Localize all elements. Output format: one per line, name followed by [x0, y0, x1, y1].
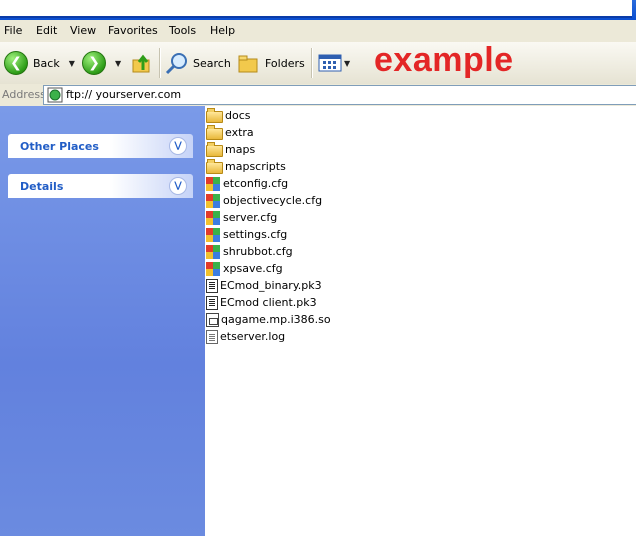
- search-button[interactable]: Search: [165, 50, 231, 76]
- file-item[interactable]: xpsave.cfg: [205, 260, 283, 277]
- menu-tools[interactable]: Tools: [169, 24, 196, 37]
- file-name: ECmod_binary.pk3: [220, 279, 322, 292]
- cfg-file-icon: [206, 244, 221, 259]
- file-item[interactable]: objectivecycle.cfg: [205, 192, 322, 209]
- file-item[interactable]: etserver.log: [205, 328, 285, 345]
- search-label: Search: [193, 56, 231, 70]
- forward-dropdown-icon[interactable]: ▼: [115, 59, 121, 68]
- cfg-file-icon: [206, 261, 221, 276]
- chevron-down-icon[interactable]: ⋁: [169, 177, 187, 195]
- other-places-panel[interactable]: Other Places ⋁: [8, 134, 193, 158]
- window-title-bar: [0, 0, 636, 20]
- chevron-down-icon[interactable]: ⋁: [169, 137, 187, 155]
- menu-file[interactable]: File: [4, 24, 22, 37]
- menu-favorites[interactable]: Favorites: [108, 24, 158, 37]
- folders-icon: [238, 55, 258, 73]
- back-label: Back: [33, 56, 60, 70]
- file-name: mapscripts: [225, 160, 286, 173]
- file-name: extra: [225, 126, 254, 139]
- pk3-file-icon: [206, 278, 218, 293]
- up-folder-button[interactable]: [131, 50, 153, 76]
- file-item[interactable]: settings.cfg: [205, 226, 287, 243]
- views-dropdown-icon[interactable]: ▼: [344, 59, 350, 68]
- cfg-file-icon: [206, 210, 221, 225]
- file-name: shrubbot.cfg: [223, 245, 293, 258]
- address-label: Address: [2, 88, 46, 101]
- standard-toolbar: ❮ Back ▼ ❯ ▼ Search Folders ▼: [0, 42, 636, 85]
- search-icon: [165, 53, 187, 75]
- file-name: maps: [225, 143, 256, 156]
- forward-button[interactable]: ❯ ▼: [82, 50, 121, 76]
- menu-help[interactable]: Help: [210, 24, 235, 37]
- up-folder-icon: [132, 54, 150, 73]
- pk3-file-icon: [206, 295, 218, 310]
- menu-view[interactable]: View: [70, 24, 96, 37]
- details-title: Details: [20, 180, 64, 193]
- task-pane: Other Places ⋁ Details ⋁: [0, 106, 205, 536]
- file-name: xpsave.cfg: [223, 262, 283, 275]
- file-name: qagame.mp.i386.so: [221, 313, 331, 326]
- cfg-file-icon: [206, 227, 221, 242]
- toolbar-separator: [311, 48, 313, 78]
- file-item[interactable]: ECmod client.pk3: [205, 294, 317, 311]
- file-name: settings.cfg: [223, 228, 288, 241]
- file-item[interactable]: ECmod_binary.pk3: [205, 277, 322, 294]
- file-item[interactable]: shrubbot.cfg: [205, 243, 293, 260]
- file-name: etconfig.cfg: [223, 177, 289, 190]
- cfg-file-icon: [206, 176, 221, 191]
- forward-arrow-icon: ❯: [82, 51, 106, 75]
- folders-label: Folders: [265, 56, 305, 70]
- file-name: ECmod client.pk3: [220, 296, 317, 309]
- other-places-title: Other Places: [20, 140, 99, 153]
- folder-icon: [206, 124, 223, 140]
- address-bar: Address ftp:// yourserver.com: [0, 84, 636, 107]
- cfg-file-icon: [206, 193, 221, 208]
- menu-edit[interactable]: Edit: [36, 24, 57, 37]
- log-file-icon: [206, 329, 218, 344]
- address-input[interactable]: ftp:// yourserver.com: [43, 85, 636, 105]
- file-name: server.cfg: [223, 211, 278, 224]
- folder-icon: [206, 141, 223, 157]
- ftp-globe-icon: [47, 87, 63, 103]
- folder-icon: [206, 107, 223, 123]
- file-item[interactable]: extra: [205, 124, 254, 141]
- views-button[interactable]: ▼: [318, 50, 350, 76]
- toolbar-separator: [159, 48, 161, 78]
- so-file-icon: [206, 312, 219, 327]
- file-list: docs extra maps mapscripts etconfig.cfg objec…: [205, 106, 636, 536]
- file-name: docs: [225, 109, 251, 122]
- file-item[interactable]: mapscripts: [205, 158, 286, 175]
- file-name: objectivecycle.cfg: [223, 194, 323, 207]
- file-name: etserver.log: [220, 330, 286, 343]
- file-item[interactable]: qagame.mp.i386.so: [205, 311, 331, 328]
- file-item[interactable]: server.cfg: [205, 209, 277, 226]
- back-button[interactable]: ❮ Back ▼: [4, 50, 75, 76]
- example-overlay-text: example: [374, 41, 514, 79]
- back-arrow-icon: ❮: [4, 51, 28, 75]
- details-panel[interactable]: Details ⋁: [8, 174, 193, 198]
- folders-button[interactable]: Folders: [237, 50, 305, 76]
- file-item[interactable]: docs: [205, 107, 251, 124]
- views-icon: [318, 54, 342, 72]
- back-dropdown-icon[interactable]: ▼: [69, 59, 75, 68]
- file-item[interactable]: maps: [205, 141, 255, 158]
- address-value: ftp:// yourserver.com: [66, 88, 182, 101]
- menu-bar: File Edit View Favorites Tools Help: [0, 20, 636, 43]
- folder-icon: [206, 158, 223, 174]
- file-item[interactable]: etconfig.cfg: [205, 175, 288, 192]
